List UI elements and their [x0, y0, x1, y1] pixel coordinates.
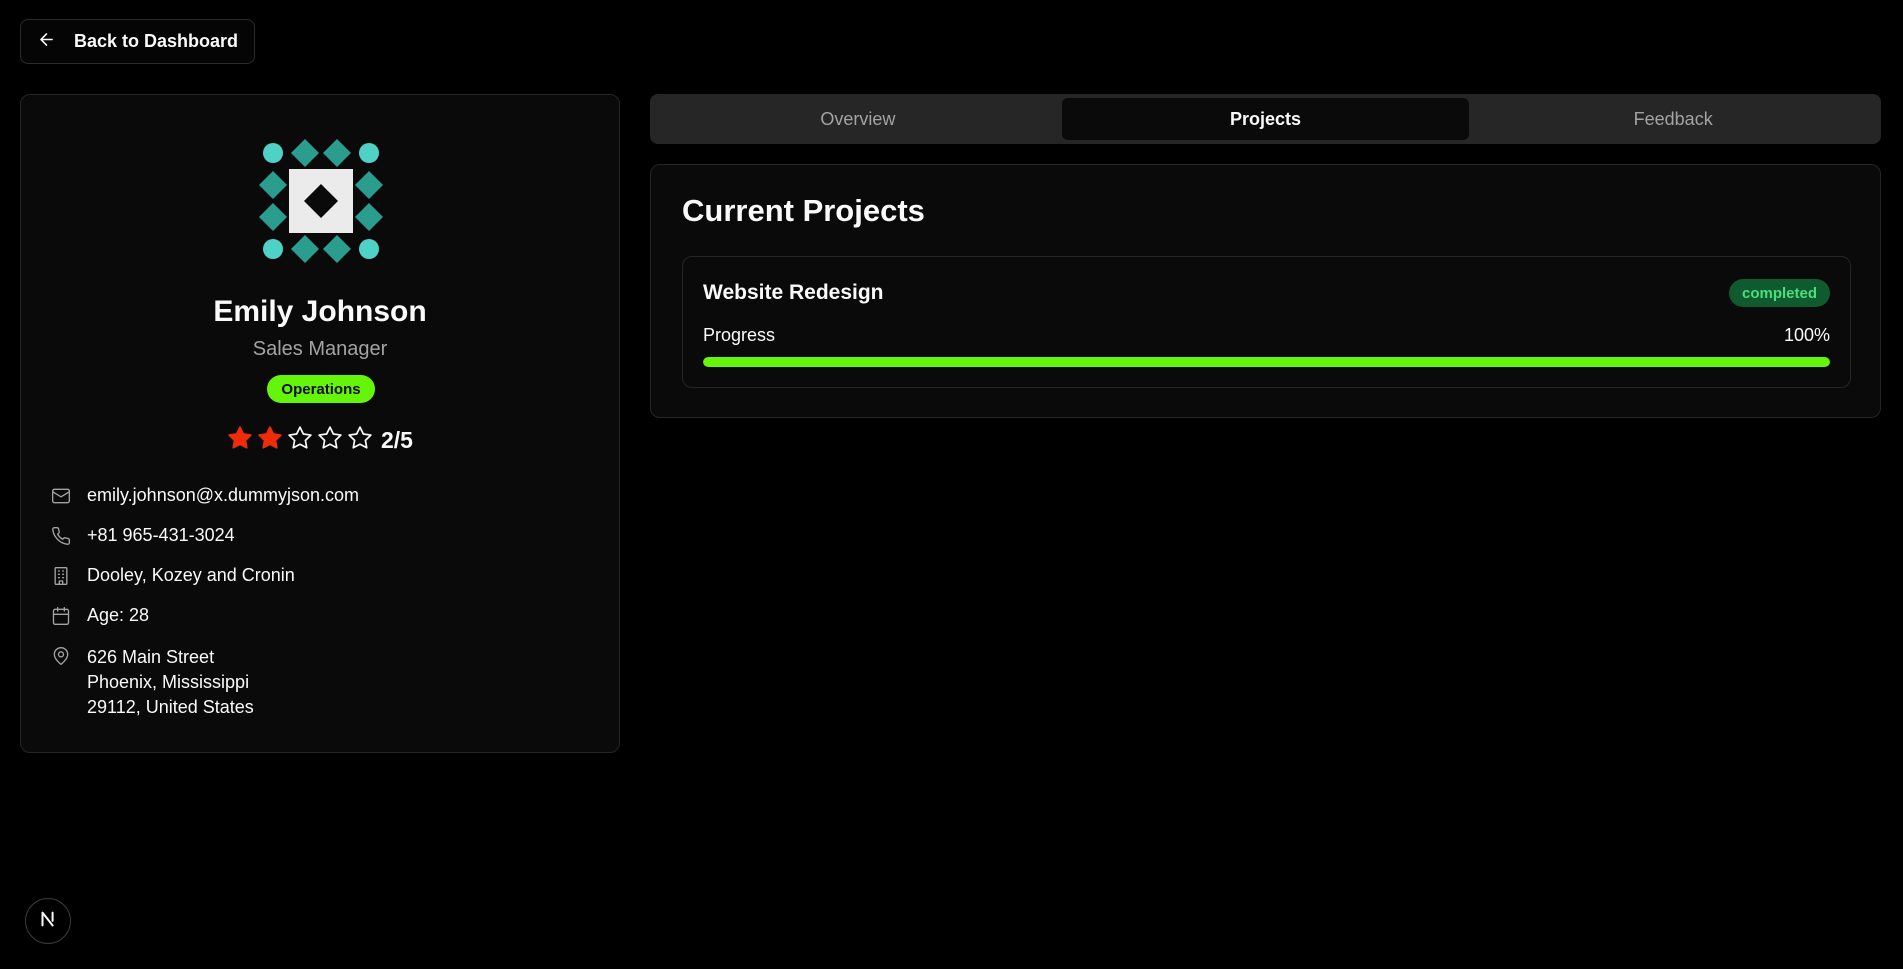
address-line-3: 29112, United States	[87, 697, 254, 717]
tab-feedback[interactable]: Feedback	[1469, 98, 1877, 140]
progress-label: Progress	[703, 325, 776, 345]
map-pin-icon	[51, 646, 71, 666]
back-to-dashboard-button[interactable]: Back to Dashboard	[20, 19, 256, 64]
star-empty-icon	[317, 425, 343, 456]
phone-icon	[51, 526, 71, 546]
project-item: Website Redesign completed Progress 100%	[682, 256, 1851, 388]
progress-bar	[703, 357, 1830, 367]
rating-text: 2/5	[381, 427, 413, 453]
projects-card: Current Projects Website Redesign comple…	[650, 164, 1881, 418]
email-row: emily.johnson@x.dummyjson.com	[51, 485, 599, 525]
star-filled-icon	[257, 425, 283, 456]
profile-title: Sales Manager	[252, 338, 388, 360]
phone-row: +81 965-431-3024	[51, 525, 599, 565]
status-badge: completed	[1728, 279, 1830, 307]
next-logo-button[interactable]	[25, 898, 71, 944]
age-row: Age: 28	[51, 605, 599, 645]
section-title: Current Projects	[682, 193, 925, 228]
rating: 2/5	[21, 425, 619, 456]
profile-name: Emily Johnson	[213, 295, 427, 328]
address-line-1: 626 Main Street	[87, 647, 215, 667]
progress-value: 100%	[1783, 325, 1830, 345]
email-text[interactable]: emily.johnson@x.dummyjson.com	[87, 485, 359, 506]
company-row: Dooley, Kozey and Cronin	[51, 565, 599, 605]
mail-icon	[51, 486, 71, 506]
calendar-icon	[51, 606, 71, 626]
progress-fill	[703, 357, 1830, 367]
address-row: 626 Main Street Phoenix, Mississippi 291…	[51, 645, 599, 720]
tab-projects[interactable]: Projects	[1061, 98, 1470, 140]
department-badge: Operations	[267, 375, 375, 403]
rating-stars	[227, 425, 373, 456]
profile-card: Emily Johnson Sales Manager Operations 2…	[20, 94, 620, 753]
avatar	[257, 137, 385, 265]
tab-overview[interactable]: Overview	[654, 98, 1062, 140]
building-icon	[51, 566, 71, 586]
next-logo-icon	[37, 908, 59, 935]
project-name: Website Redesign	[703, 281, 884, 304]
address-line-2: Phoenix, Mississippi	[87, 672, 250, 692]
address-text: 626 Main Street Phoenix, Mississippi 291…	[87, 645, 254, 720]
profile-tabs: Overview Projects Feedback	[650, 94, 1881, 144]
age-text: Age: 28	[87, 605, 150, 625]
phone-text[interactable]: +81 965-431-3024	[87, 525, 235, 546]
company-text: Dooley, Kozey and Cronin	[87, 565, 295, 585]
arrow-left-icon	[37, 30, 56, 54]
star-empty-icon	[287, 425, 313, 456]
star-empty-icon	[347, 425, 373, 456]
star-filled-icon	[227, 425, 253, 456]
contact-info: emily.johnson@x.dummyjson.com +81 965-43…	[51, 485, 599, 720]
back-label: Back to Dashboard	[74, 31, 239, 51]
